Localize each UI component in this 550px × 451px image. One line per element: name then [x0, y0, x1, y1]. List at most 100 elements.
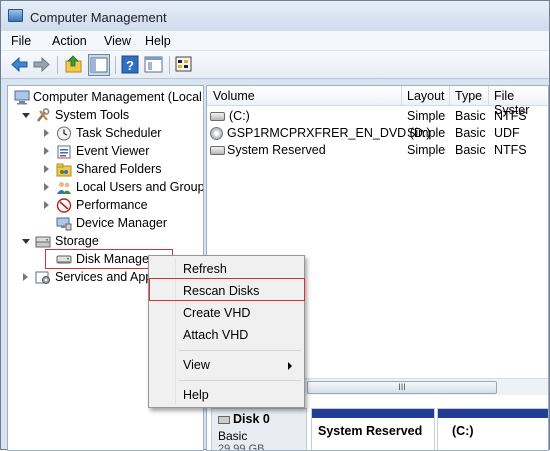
volume-type: Basic — [455, 109, 486, 123]
collapsed-arrow-icon[interactable] — [44, 201, 49, 209]
menu-item-label: Refresh — [183, 262, 227, 276]
column-divider[interactable] — [401, 86, 402, 106]
table-row[interactable]: (C:) Simple Basic NTFS — [207, 108, 548, 125]
toolbar-separator — [57, 56, 58, 74]
scrollbar-thumb[interactable]: III — [307, 381, 497, 394]
collapsed-arrow-icon[interactable] — [23, 273, 28, 281]
title-bar[interactable]: Computer Management — [1, 1, 549, 31]
disk-kind: Basic — [218, 429, 248, 443]
column-header-volume[interactable]: Volume — [213, 89, 255, 103]
forward-arrow-icon[interactable] — [32, 55, 50, 74]
disk-name-text: Disk 0 — [233, 412, 270, 426]
tree-item-system-tools[interactable]: System Tools — [8, 107, 203, 125]
device-manager-icon — [56, 217, 72, 231]
toolbar-separator — [115, 56, 116, 74]
tree-label: Performance — [76, 198, 148, 212]
tree-item-performance[interactable]: Performance — [8, 197, 203, 215]
menu-item-label: Help — [183, 388, 209, 402]
tree-label: Local Users and Groups — [76, 180, 204, 194]
performance-icon — [56, 198, 72, 213]
volume-file-system: NTFS — [494, 143, 527, 157]
menu-item-help[interactable]: Help — [151, 384, 302, 406]
up-folder-icon[interactable] — [64, 55, 84, 74]
menu-item-label: Create VHD — [183, 306, 251, 320]
tree-item-shared-folders[interactable]: Shared Folders — [8, 161, 203, 179]
column-divider[interactable] — [488, 86, 489, 106]
computer-management-icon — [8, 9, 23, 22]
volume-layout: Simple — [407, 143, 446, 157]
menu-item-create-vhd[interactable]: Create VHD — [151, 302, 302, 324]
volume-list-header: Volume Layout Type File Syster — [207, 86, 548, 117]
volume-file-system: NTFS — [494, 109, 527, 123]
storage-icon — [35, 236, 51, 248]
column-divider[interactable] — [449, 86, 450, 106]
menu-item-attach-vhd[interactable]: Attach VHD — [151, 324, 302, 346]
menu-action[interactable]: Action — [52, 34, 87, 48]
column-header-layout[interactable]: Layout — [407, 89, 445, 103]
volume-type: Basic — [455, 126, 486, 140]
column-header-type[interactable]: Type — [455, 89, 482, 103]
drive-icon — [210, 112, 225, 121]
help-icon[interactable]: ? — [121, 55, 139, 74]
partition-system-reserved[interactable]: System Reserved — [311, 408, 435, 450]
tools-icon — [37, 108, 50, 122]
menu-help[interactable]: Help — [145, 34, 171, 48]
disk-icon — [218, 416, 230, 424]
console-settings-icon[interactable] — [175, 55, 193, 74]
menu-file[interactable]: File — [11, 34, 31, 48]
partition-name: (C:) — [452, 424, 474, 438]
menu-item-label: Attach VHD — [183, 328, 249, 342]
menu-item-refresh[interactable]: Refresh — [151, 258, 302, 280]
menu-view[interactable]: View — [104, 34, 131, 48]
toolbar: ? — [1, 51, 549, 79]
menu-item-view[interactable]: View — [151, 354, 302, 376]
disk-name: Disk 0 — [218, 412, 270, 426]
collapsed-arrow-icon[interactable] — [44, 147, 49, 155]
volume-name: System Reserved — [227, 143, 326, 157]
submenu-arrow-icon — [288, 362, 292, 370]
menu-bar: File Action View Help — [1, 31, 549, 51]
toolbar-separator — [169, 56, 170, 74]
window-title: Computer Management — [30, 10, 167, 25]
tree-item-local-users-groups[interactable]: Local Users and Groups — [8, 179, 204, 197]
tree-label: Event Viewer — [76, 144, 150, 158]
collapsed-arrow-icon[interactable] — [44, 129, 49, 137]
collapsed-arrow-icon[interactable] — [44, 183, 49, 191]
menu-separator — [179, 350, 301, 351]
volume-name: (C:) — [229, 109, 250, 123]
tree-item-device-manager[interactable]: Device Manager — [8, 215, 203, 233]
expanded-arrow-icon[interactable] — [22, 239, 30, 244]
computer-management-window: Computer Management File Action View Hel… — [0, 0, 550, 451]
partition-bar — [438, 409, 548, 418]
partition-c[interactable]: (C:) — [437, 408, 548, 450]
disk-0-label[interactable]: Disk 0 Basic 29.99 GB — [211, 408, 307, 450]
menu-separator — [179, 380, 301, 381]
partition-bar — [312, 409, 434, 418]
tree-item-event-viewer[interactable]: Event Viewer — [8, 143, 203, 161]
svg-text:?: ? — [126, 58, 134, 73]
tree-item-computer-management[interactable]: Computer Management (Local — [8, 89, 203, 107]
tree-label: Shared Folders — [76, 162, 162, 176]
menu-item-label: View — [183, 358, 210, 372]
tree-label: Storage — [55, 234, 99, 248]
collapsed-arrow-icon[interactable] — [44, 165, 49, 173]
tree-label: Device Manager — [76, 216, 168, 230]
dvd-drive-icon — [210, 127, 223, 140]
services-icon — [35, 271, 50, 284]
drive-icon — [210, 146, 225, 155]
partition-name: System Reserved — [318, 424, 423, 438]
users-icon — [57, 182, 71, 194]
table-row[interactable]: GSP1RMCPRXFRER_EN_DVD (D:) Simple Basic … — [207, 125, 548, 142]
rescan-disks-highlight — [149, 278, 305, 301]
expanded-arrow-icon[interactable] — [22, 113, 30, 118]
volume-layout: Simple — [407, 109, 446, 123]
tree-label: Services and App — [55, 270, 153, 284]
back-arrow-icon[interactable] — [11, 55, 29, 74]
table-row[interactable]: System Reserved Simple Basic NTFS — [207, 142, 548, 159]
shared-folder-icon — [56, 163, 72, 177]
tree-item-task-scheduler[interactable]: Task Scheduler — [8, 125, 203, 143]
disk-graphical-view: Disk 0 Basic 29.99 GB System Reserved (C… — [207, 404, 548, 450]
properties-icon[interactable] — [144, 55, 164, 74]
show-hide-tree-icon[interactable] — [88, 54, 110, 76]
volume-name: GSP1RMCPRXFRER_EN_DVD (D:) — [227, 126, 431, 140]
